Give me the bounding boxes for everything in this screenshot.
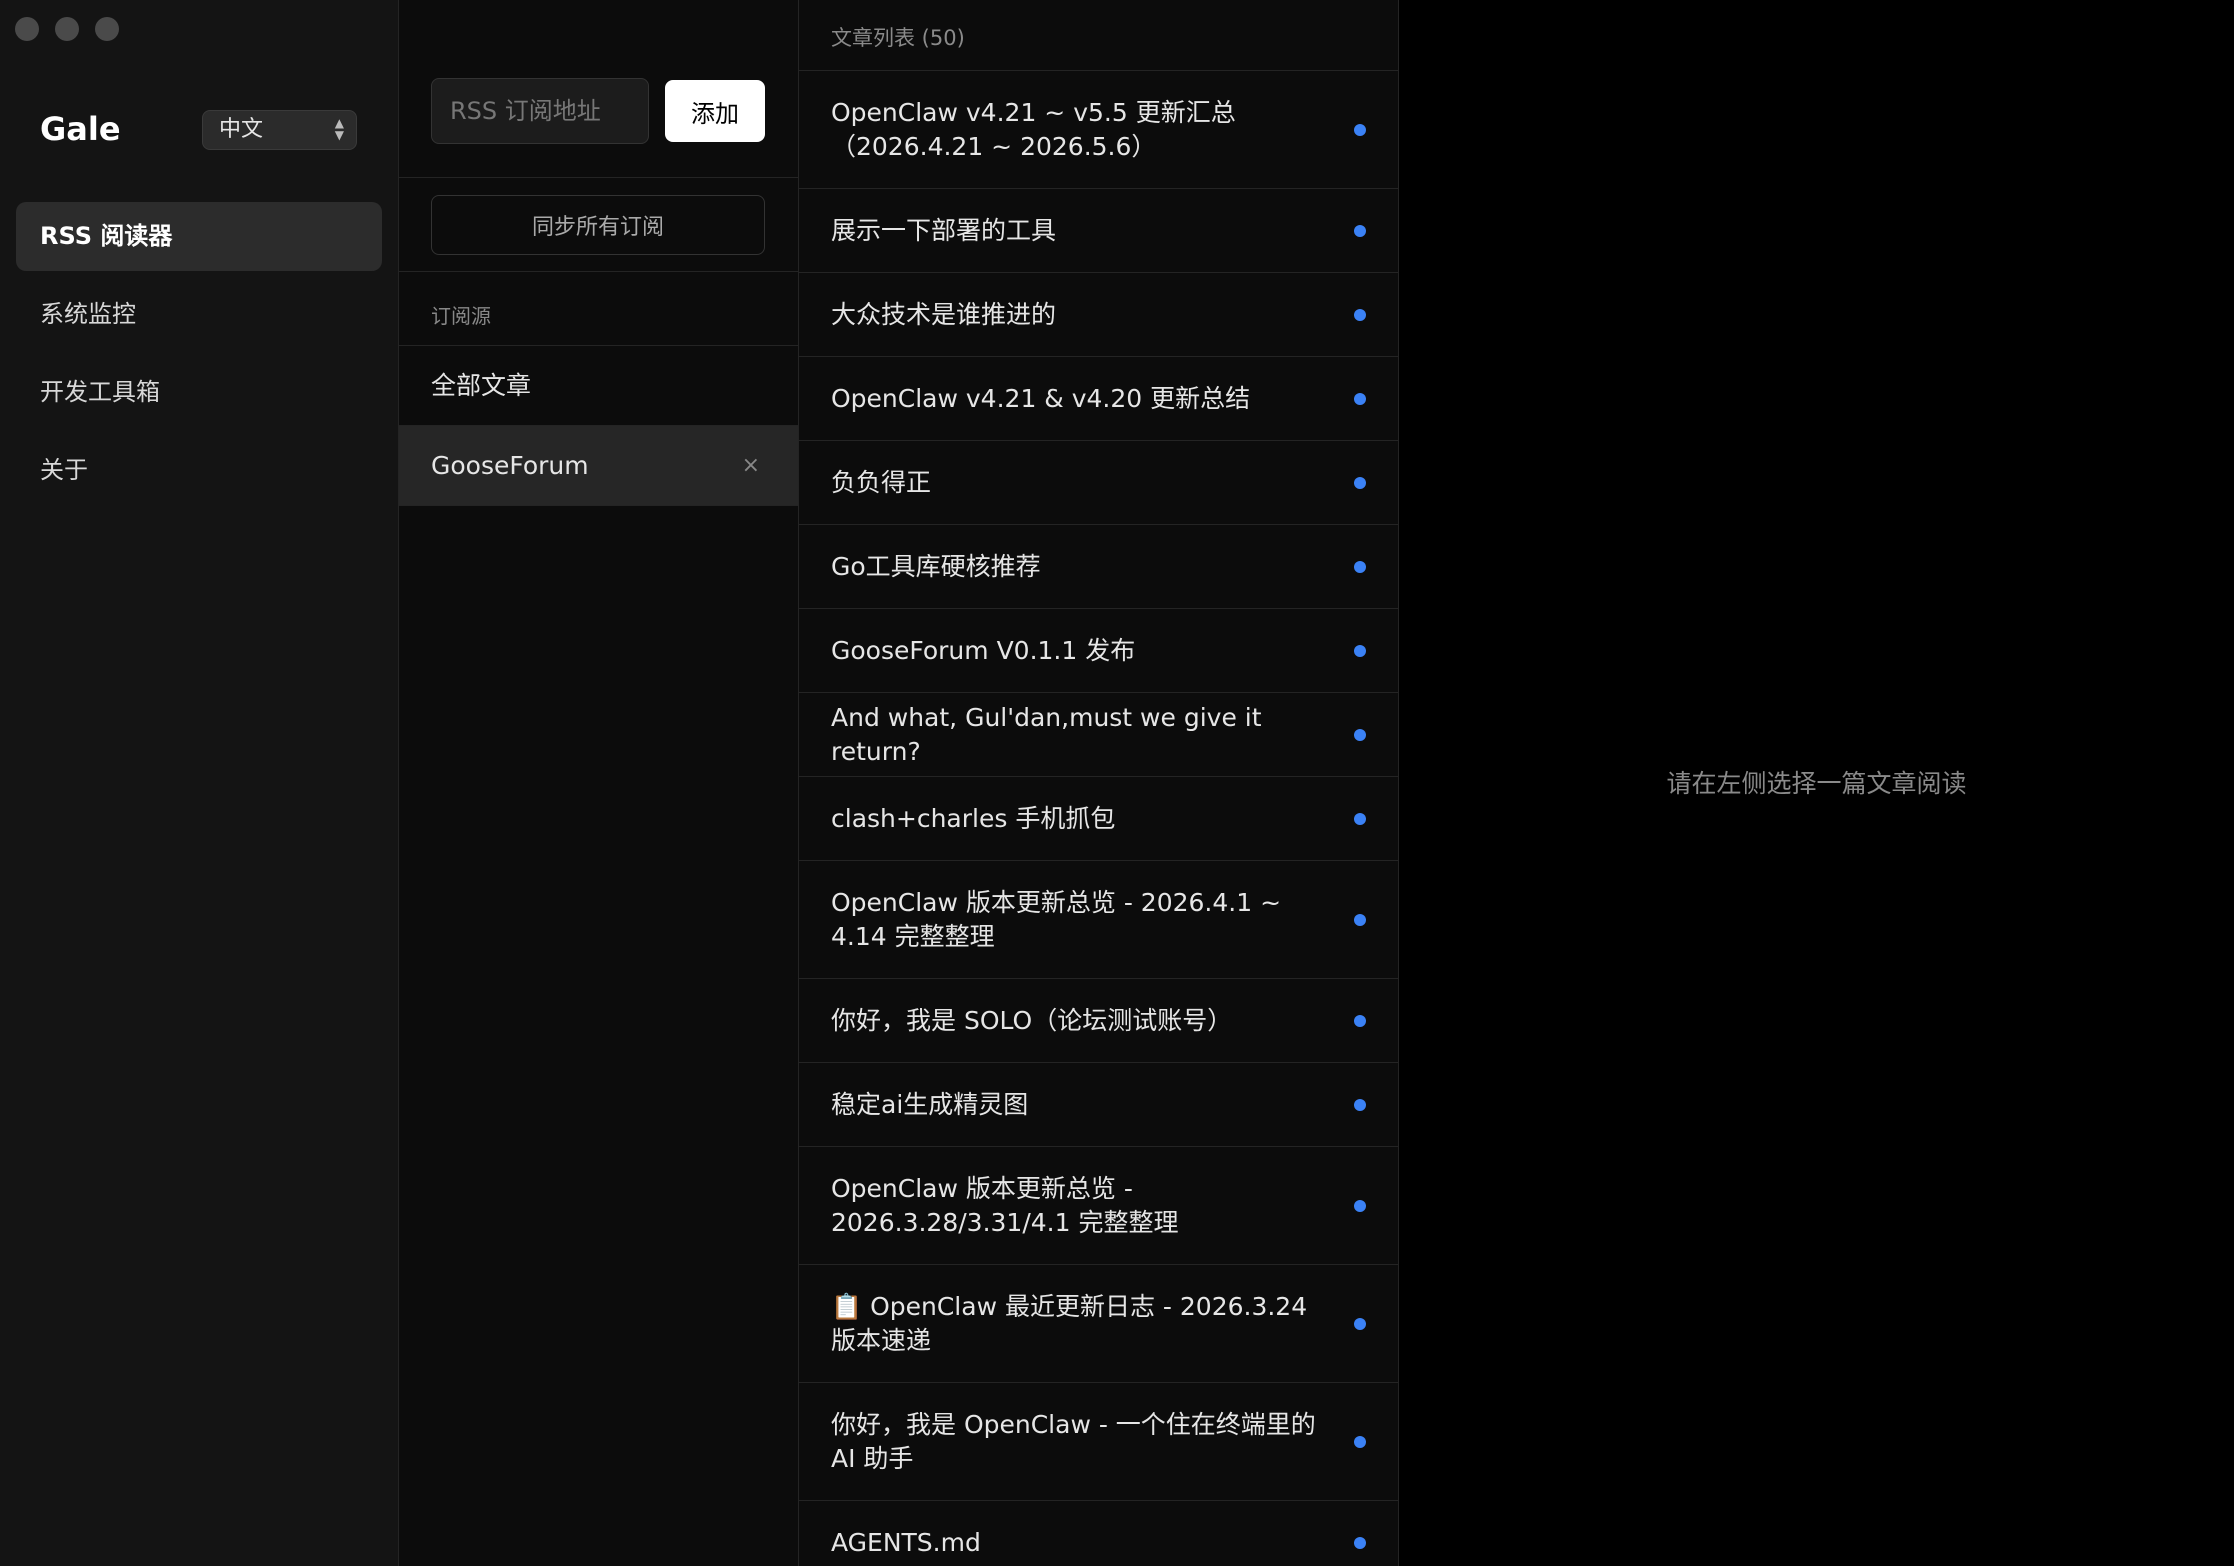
article-list-header: 文章列表 (50) bbox=[799, 0, 1398, 71]
article-item[interactable]: AGENTS.md bbox=[799, 1501, 1398, 1566]
remove-feed-icon[interactable]: × bbox=[742, 426, 760, 506]
feeds-panel: 添加 同步所有订阅 订阅源 全部文章 GooseForum × bbox=[399, 0, 799, 1566]
article-item[interactable]: 你好，我是 OpenClaw - 一个住在终端里的 AI 助手 bbox=[799, 1383, 1398, 1501]
sync-all-button[interactable]: 同步所有订阅 bbox=[431, 195, 765, 255]
article-list-panel: 文章列表 (50) OpenClaw v4.21 ~ v5.5 更新汇总（202… bbox=[799, 0, 1399, 1566]
article-title: 📋 OpenClaw 最近更新日志 - 2026.3.24 版本速递 bbox=[831, 1291, 1308, 1355]
select-arrows-icon: ▲ ▼ bbox=[334, 116, 344, 142]
article-title: 你好，我是 OpenClaw - 一个住在终端里的 AI 助手 bbox=[831, 1409, 1316, 1473]
add-feed-row: 添加 bbox=[431, 78, 765, 144]
feeds-section-label: 订阅源 bbox=[431, 304, 491, 328]
unread-dot-icon bbox=[1354, 812, 1366, 825]
unread-dot-icon bbox=[1354, 1199, 1366, 1212]
unread-dot-icon bbox=[1354, 308, 1366, 321]
article-title: 你好，我是 SOLO（论坛测试账号） bbox=[831, 1005, 1233, 1035]
unread-dot-icon bbox=[1354, 1317, 1366, 1330]
unread-dot-icon bbox=[1354, 560, 1366, 573]
article-title: 负负得正 bbox=[831, 467, 932, 497]
article-item[interactable]: 展示一下部署的工具 bbox=[799, 189, 1398, 273]
language-select[interactable]: 中文 ▲ ▼ bbox=[202, 110, 357, 150]
sidebar-item-dev-toolbox[interactable]: 开发工具箱 bbox=[16, 358, 382, 427]
sidebar-nav: RSS 阅读器 系统监控 开发工具箱 关于 bbox=[16, 202, 382, 514]
sidebar-item-about[interactable]: 关于 bbox=[16, 436, 382, 505]
article-item[interactable]: OpenClaw 版本更新总览 - 2026.4.1 ~ 4.14 完整整理 bbox=[799, 861, 1398, 979]
unread-dot-icon bbox=[1354, 224, 1366, 237]
unread-dot-icon bbox=[1354, 913, 1366, 926]
unread-dot-icon bbox=[1354, 392, 1366, 405]
article-item[interactable]: 稳定ai生成精灵图 bbox=[799, 1063, 1398, 1147]
rss-url-input[interactable] bbox=[431, 78, 649, 144]
article-item[interactable]: And what, Gul'dan,must we give it return… bbox=[799, 693, 1398, 777]
article-title: GooseForum V0.1.1 发布 bbox=[831, 635, 1136, 665]
unread-dot-icon bbox=[1354, 1536, 1366, 1549]
article-item[interactable]: OpenClaw v4.21 ~ v5.5 更新汇总（2026.4.21 ~ 2… bbox=[799, 71, 1398, 189]
article-title: And what, Gul'dan,must we give it return… bbox=[831, 702, 1262, 766]
reader-panel: 请在左侧选择一篇文章阅读 bbox=[1399, 0, 2234, 1566]
minimize-window-icon[interactable] bbox=[55, 17, 79, 41]
article-title: AGENTS.md bbox=[831, 1527, 981, 1557]
zoom-window-icon[interactable] bbox=[95, 17, 119, 41]
article-title: OpenClaw v4.21 ~ v5.5 更新汇总（2026.4.21 ~ 2… bbox=[831, 97, 1236, 161]
unread-dot-icon bbox=[1354, 1014, 1366, 1027]
feed-list: 全部文章 GooseForum × bbox=[399, 346, 798, 506]
divider bbox=[399, 177, 798, 178]
feed-item-label: 全部文章 bbox=[431, 371, 532, 400]
reader-empty-state: 请在左侧选择一篇文章阅读 bbox=[1666, 769, 1967, 798]
sidebar-item-system-monitor[interactable]: 系统监控 bbox=[16, 280, 382, 349]
article-title: OpenClaw 版本更新总览 - 2026.4.1 ~ 4.14 完整整理 bbox=[831, 887, 1282, 951]
language-value: 中文 bbox=[219, 117, 264, 142]
article-item[interactable]: 你好，我是 SOLO（论坛测试账号） bbox=[799, 979, 1398, 1063]
unread-dot-icon bbox=[1354, 728, 1366, 741]
feed-item-all-articles[interactable]: 全部文章 bbox=[399, 346, 798, 426]
close-window-icon[interactable] bbox=[15, 17, 39, 41]
sidebar: Gale 中文 ▲ ▼ RSS 阅读器 系统监控 开发工具箱 关于 bbox=[0, 0, 399, 1566]
window-controls bbox=[15, 17, 119, 41]
add-feed-button[interactable]: 添加 bbox=[665, 80, 765, 142]
unread-dot-icon bbox=[1354, 644, 1366, 657]
article-item[interactable]: clash+charles 手机抓包 bbox=[799, 777, 1398, 861]
article-item[interactable]: 大众技术是谁推进的 bbox=[799, 273, 1398, 357]
article-list: OpenClaw v4.21 ~ v5.5 更新汇总（2026.4.21 ~ 2… bbox=[799, 71, 1398, 1566]
article-item[interactable]: GooseForum V0.1.1 发布 bbox=[799, 609, 1398, 693]
unread-dot-icon bbox=[1354, 1435, 1366, 1448]
article-title: 展示一下部署的工具 bbox=[831, 215, 1057, 245]
article-title: 大众技术是谁推进的 bbox=[831, 299, 1057, 329]
article-item[interactable]: 负负得正 bbox=[799, 441, 1398, 525]
divider bbox=[399, 271, 798, 272]
feed-item-gooseforum[interactable]: GooseForum × bbox=[399, 426, 798, 506]
sidebar-item-rss-reader[interactable]: RSS 阅读器 bbox=[16, 202, 382, 271]
unread-dot-icon bbox=[1354, 476, 1366, 489]
article-item[interactable]: OpenClaw v4.21 & v4.20 更新总结 bbox=[799, 357, 1398, 441]
unread-dot-icon bbox=[1354, 1098, 1366, 1111]
article-item[interactable]: Go工具库硬核推荐 bbox=[799, 525, 1398, 609]
article-item[interactable]: 📋 OpenClaw 最近更新日志 - 2026.3.24 版本速递 bbox=[799, 1265, 1398, 1383]
article-title: 稳定ai生成精灵图 bbox=[831, 1089, 1029, 1119]
article-item[interactable]: OpenClaw 版本更新总览 - 2026.3.28/3.31/4.1 完整整… bbox=[799, 1147, 1398, 1265]
feed-item-label: GooseForum bbox=[431, 451, 589, 480]
article-title: OpenClaw 版本更新总览 - 2026.3.28/3.31/4.1 完整整… bbox=[831, 1173, 1179, 1237]
app-brand: Gale bbox=[40, 110, 121, 148]
article-title: Go工具库硬核推荐 bbox=[831, 551, 1041, 581]
article-title: clash+charles 手机抓包 bbox=[831, 803, 1116, 833]
unread-dot-icon bbox=[1354, 123, 1366, 136]
article-title: OpenClaw v4.21 & v4.20 更新总结 bbox=[831, 383, 1251, 413]
app-window: Gale 中文 ▲▼ RSS 阅读器 系统监控 开发工具箱 关于 添加 同步所有… bbox=[0, 0, 2234, 1566]
